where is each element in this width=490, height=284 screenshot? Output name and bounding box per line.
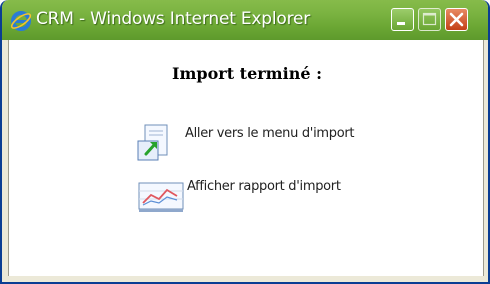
- report-chart-icon: [138, 182, 184, 212]
- import-menu-icon: [137, 124, 168, 161]
- minimize-button[interactable]: [391, 8, 414, 31]
- import-report-link[interactable]: Afficher rapport d'import: [137, 177, 341, 213]
- close-button[interactable]: [445, 8, 468, 31]
- browser-window: CRM - Windows Internet Explorer Import t…: [0, 0, 490, 284]
- internet-explorer-icon: [10, 11, 32, 31]
- title-bar[interactable]: CRM - Windows Internet Explorer: [2, 0, 488, 40]
- import-menu-link-label[interactable]: Aller vers le menu d'import: [185, 126, 355, 141]
- window-bottom-border: [2, 276, 488, 282]
- maximize-icon: [422, 12, 437, 26]
- minimize-icon: [397, 22, 405, 25]
- close-icon: [449, 12, 464, 27]
- import-menu-link[interactable]: Aller vers le menu d'import: [135, 123, 355, 163]
- maximize-button[interactable]: [418, 8, 441, 31]
- page-heading: Import terminé :: [172, 64, 322, 83]
- import-report-link-label[interactable]: Afficher rapport d'import: [187, 179, 341, 194]
- page-content: Import terminé : Aller vers le menu d'im…: [8, 40, 484, 276]
- window-title: CRM - Windows Internet Explorer: [36, 9, 311, 29]
